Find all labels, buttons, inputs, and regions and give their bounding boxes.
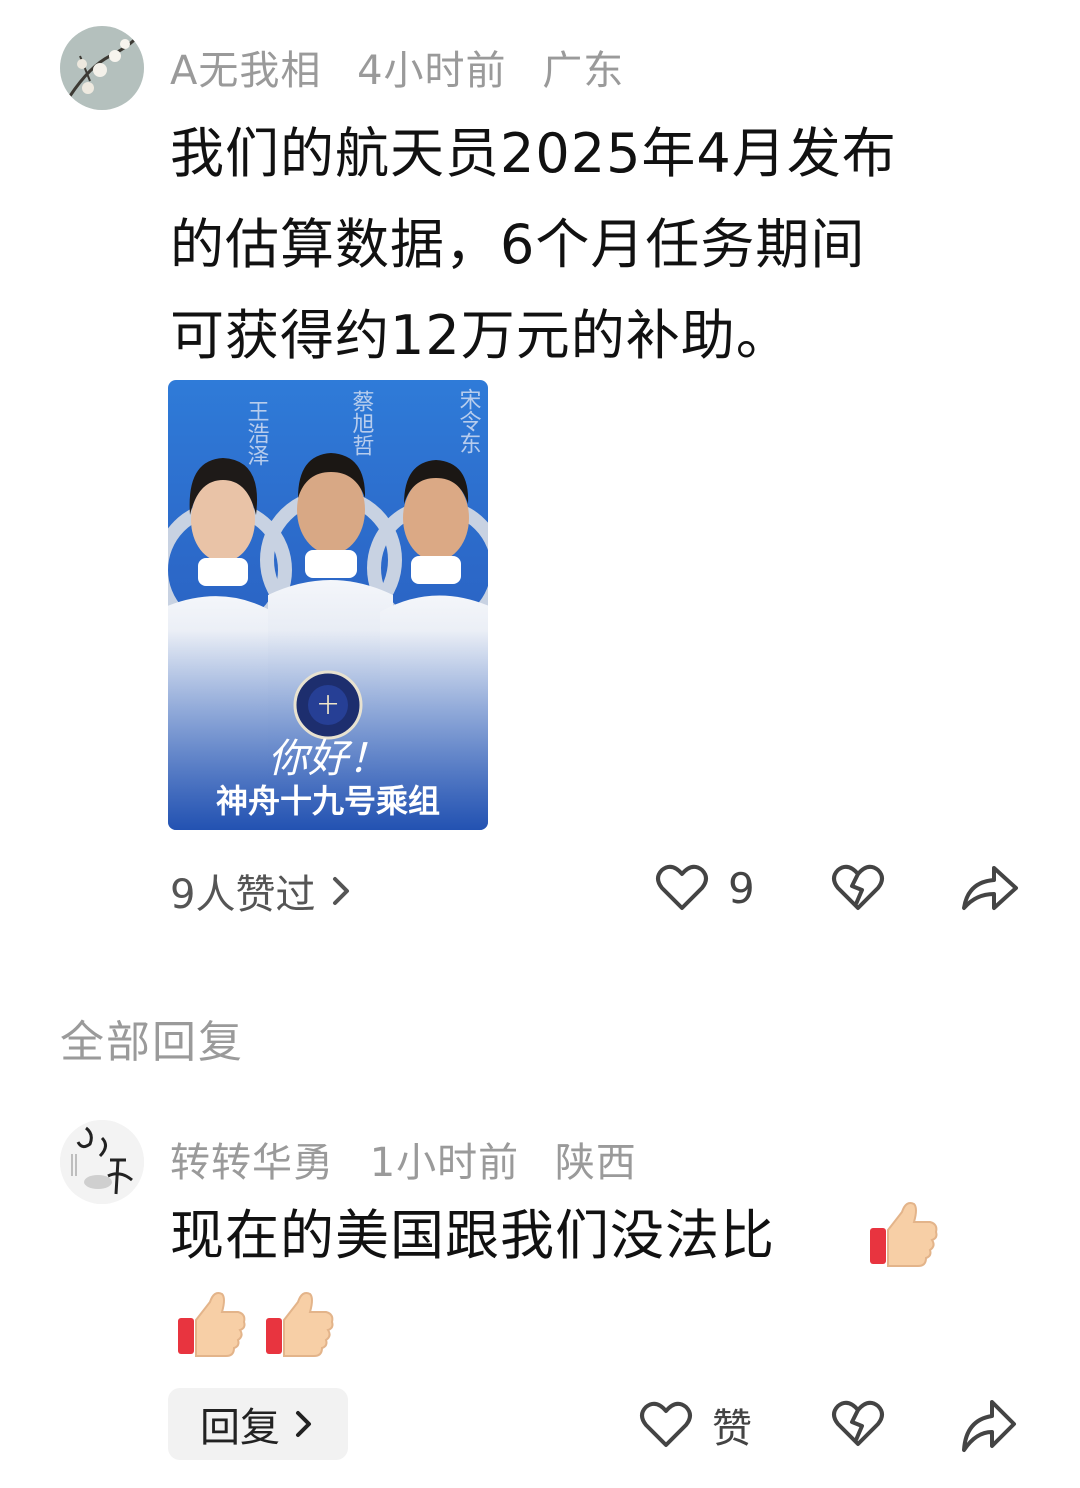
section-title: 全部回复 <box>60 1017 244 1068</box>
comment-line: 可获得约12万元的补助。 <box>170 304 791 367</box>
reply-text: 现在的美国跟我们没法比 <box>170 1190 775 1281</box>
like-label: 赞 <box>712 1406 752 1452</box>
avatar[interactable] <box>60 1120 144 1204</box>
reply-text-content: 现在的美国跟我们没法比 <box>170 1204 775 1267</box>
astronaut-name: 王浩泽 <box>244 400 270 466</box>
username[interactable]: 转转华勇 <box>170 1140 334 1186</box>
share-icon[interactable] <box>958 1394 1018 1454</box>
astronaut-name: 宋令东 <box>456 388 482 454</box>
chevron-right-icon <box>296 1411 311 1437</box>
comment-text: 我们的航天员2025年4月发布 的估算数据，6个月任务期间 可获得约12万元的补… <box>170 108 1030 381</box>
image-caption: 神舟十九号乘组 <box>216 782 440 820</box>
heart-icon <box>656 864 708 910</box>
reply-button[interactable]: 回复 <box>168 1388 348 1460</box>
like-button[interactable]: 赞 <box>638 1396 752 1454</box>
reply-button-label: 回复 <box>200 1405 280 1451</box>
chevron-right-icon <box>333 877 350 905</box>
location: 陕西 <box>554 1140 637 1186</box>
avatar[interactable] <box>60 26 144 110</box>
thumbs-up-emoji <box>266 1292 334 1357</box>
comment-line: 我们的航天员2025年4月发布 <box>170 122 897 185</box>
timestamp: 1小时前 <box>369 1140 520 1186</box>
location: 广东 <box>542 48 625 94</box>
reply-meta: 转转华勇 1小时前 陕西 <box>170 1130 659 1188</box>
like-count: 9 <box>728 863 755 913</box>
comment-meta: A无我相 4小时前 广东 <box>170 38 646 96</box>
thumbs-up-emoji <box>178 1292 246 1357</box>
broken-heart-icon[interactable] <box>830 1396 886 1452</box>
comment-image[interactable]: 十 王浩泽 蔡旭哲 宋令东 你好！ 神舟十九号乘组 <box>168 380 488 830</box>
image-greeting: 你好！ <box>268 736 388 782</box>
likes-link-label: 9人赞过 <box>170 872 316 918</box>
username[interactable]: A无我相 <box>170 48 321 94</box>
timestamp: 4小时前 <box>357 48 507 94</box>
likes-link[interactable]: 9人赞过 <box>170 862 355 920</box>
like-button[interactable]: 9 <box>654 860 755 916</box>
comment-line: 的估算数据，6个月任务期间 <box>170 213 866 276</box>
astronaut-name: 蔡旭哲 <box>349 390 375 456</box>
heart-icon <box>640 1401 692 1447</box>
share-icon[interactable] <box>960 860 1020 916</box>
broken-heart-icon[interactable] <box>830 860 886 916</box>
thumbs-up-emoji <box>870 1202 938 1267</box>
svg-text:十: 十 <box>318 693 338 717</box>
